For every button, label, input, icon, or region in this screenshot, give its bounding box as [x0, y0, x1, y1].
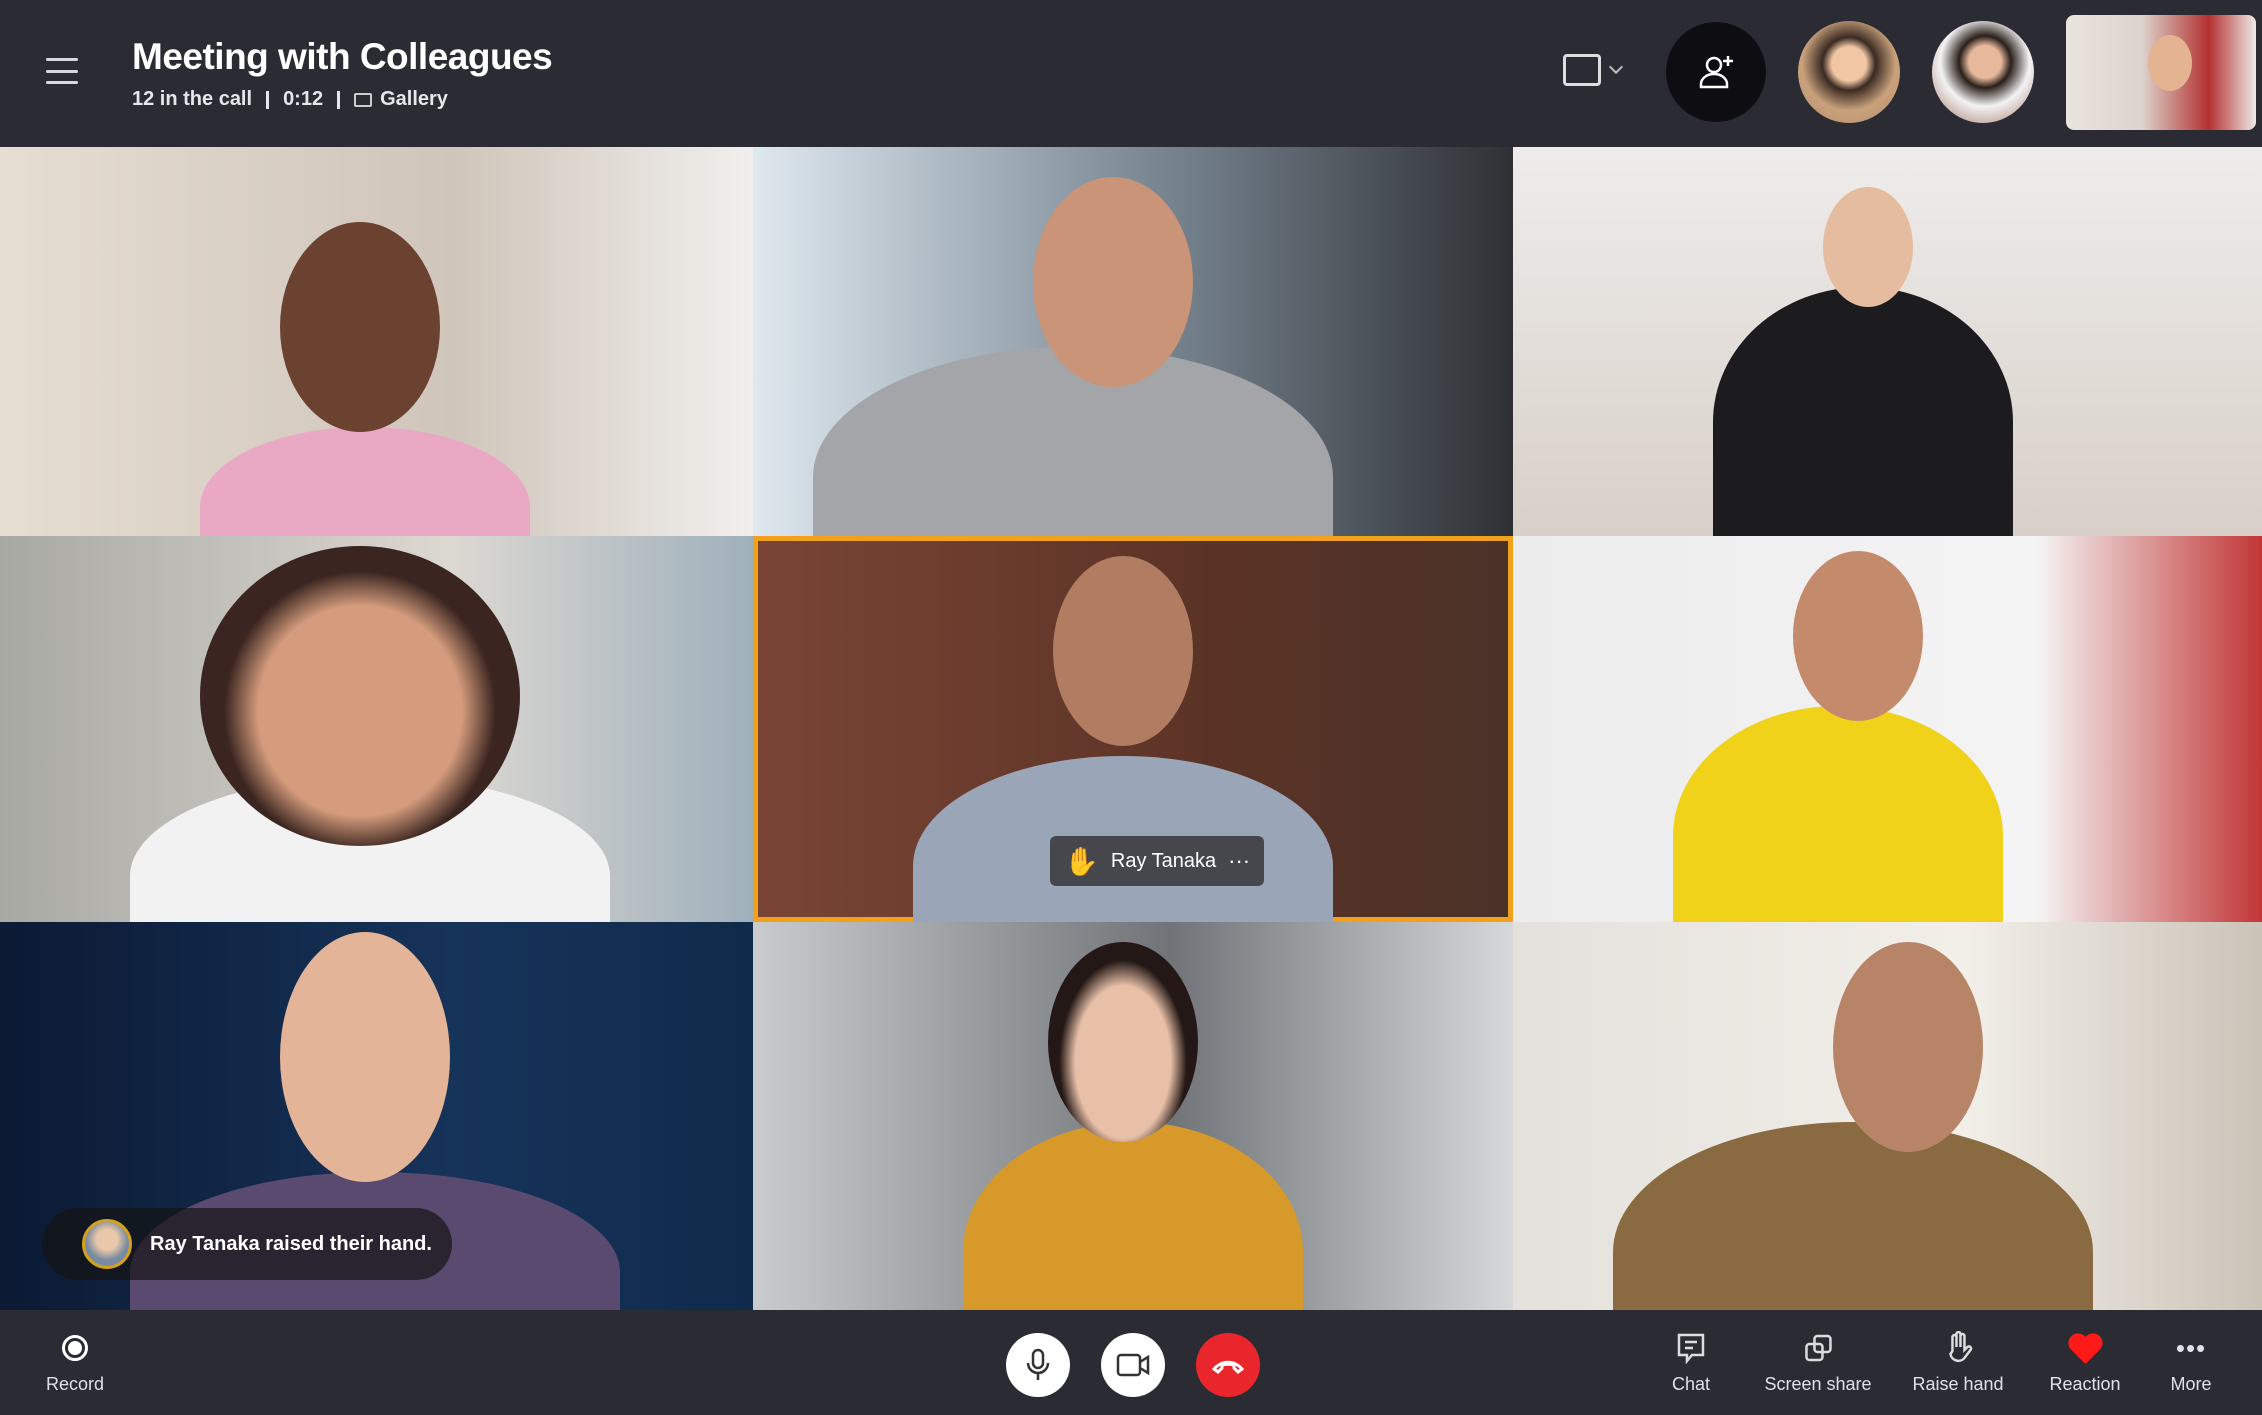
video-tile[interactable]: [1513, 147, 2262, 536]
microphone-button[interactable]: [1006, 1333, 1070, 1397]
video-camera-icon: [1116, 1353, 1150, 1377]
hand-icon: [1944, 1330, 1972, 1366]
participant-name-label[interactable]: ✋ Ray Tanaka ···: [1050, 836, 1265, 886]
participant-avatar: [82, 1219, 132, 1269]
raised-hand-notification: Ray Tanaka raised their hand.: [42, 1208, 452, 1280]
raise-hand-button[interactable]: Raise hand: [1912, 1330, 2004, 1395]
chat-icon: [1676, 1330, 1706, 1366]
screen-share-button[interactable]: Screen share: [1764, 1330, 1872, 1395]
notification-text: Ray Tanaka raised their hand.: [150, 1232, 432, 1255]
menu-icon[interactable]: [46, 58, 78, 84]
participant-name: Ray Tanaka: [1110, 849, 1217, 872]
chat-label: Chat: [1671, 1374, 1711, 1394]
end-call-button[interactable]: [1196, 1333, 1260, 1397]
call-duration: 0:12: [283, 88, 324, 110]
record-label: Record: [45, 1374, 105, 1394]
raised-hand-icon: ✋: [1064, 845, 1099, 877]
view-mode[interactable]: Gallery: [380, 88, 448, 111]
video-tile[interactable]: [1513, 922, 2262, 1310]
record-button[interactable]: Record: [46, 1330, 104, 1395]
top-bar: Meeting with Colleagues 12 in the call 0…: [0, 0, 2262, 147]
reaction-button[interactable]: Reaction: [2049, 1330, 2121, 1395]
self-face: [2148, 35, 2192, 91]
participant-avatar[interactable]: [1798, 21, 1900, 123]
microphone-icon: [1026, 1348, 1050, 1380]
more-button[interactable]: ••• More: [2170, 1330, 2211, 1395]
fullscreen-frame-icon: [1563, 54, 1601, 86]
video-tile[interactable]: [1513, 536, 2262, 922]
hang-up-icon: [1211, 1360, 1245, 1374]
record-icon: [62, 1330, 88, 1366]
gallery-icon: [354, 92, 373, 107]
video-tile[interactable]: [0, 536, 753, 922]
self-view-preview[interactable]: [2066, 15, 2256, 130]
meeting-info: 12 in the call 0:12 Gallery: [132, 88, 448, 111]
divider: [266, 90, 270, 109]
more-label: More: [2170, 1374, 2212, 1394]
heart-icon: [2066, 1330, 2104, 1366]
raise-hand-label: Raise hand: [1912, 1374, 2004, 1394]
more-options-icon[interactable]: ···: [1228, 848, 1250, 874]
video-tile[interactable]: [0, 147, 753, 536]
add-person-icon: [1699, 56, 1733, 89]
meeting-title: Meeting with Colleagues: [132, 36, 553, 77]
video-gallery: [0, 147, 2262, 1310]
participant-avatar[interactable]: [1932, 21, 2034, 123]
chat-button[interactable]: Chat: [1672, 1330, 1710, 1395]
reaction-label: Reaction: [2049, 1374, 2121, 1394]
video-tile[interactable]: [753, 147, 1513, 536]
more-dots-icon: •••: [2175, 1332, 2207, 1363]
screen-share-icon: [1803, 1330, 1833, 1366]
chevron-down-icon: [1608, 59, 1624, 75]
divider: [337, 90, 341, 109]
layout-switch-button[interactable]: [1563, 54, 1624, 86]
camera-button[interactable]: [1101, 1333, 1165, 1397]
screen-share-label: Screen share: [1764, 1374, 1872, 1394]
add-participant-button[interactable]: [1666, 22, 1766, 122]
call-toolbar: Record Chat Screen share Raise hand Reac…: [0, 1310, 2262, 1415]
participant-count: 12 in the call: [132, 88, 253, 110]
video-tile[interactable]: [753, 922, 1513, 1310]
